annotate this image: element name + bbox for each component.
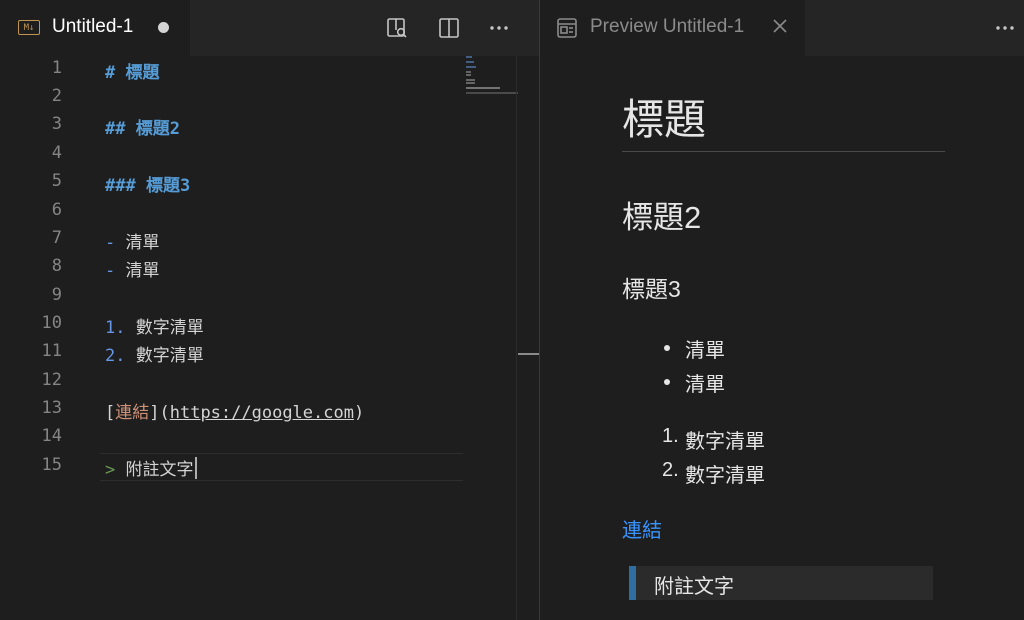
list-marker: - — [105, 233, 116, 253]
line-number: 2 — [51, 86, 62, 106]
code-line-5[interactable]: ### 標題3 — [105, 171, 190, 196]
line-number: 14 — [41, 426, 62, 446]
heading-text: 標題2 — [135, 119, 180, 139]
tab-untitled-1[interactable]: M↓ Untitled-1 — [0, 0, 190, 56]
heading-marker: ## — [105, 119, 136, 139]
minimap[interactable] — [466, 56, 520, 96]
code-line-7[interactable]: - 清單 — [105, 228, 160, 253]
code-line-13[interactable]: [連結](https://google.com) — [105, 398, 364, 423]
code-line-1[interactable]: # 標題 — [105, 58, 159, 83]
unsaved-dot-icon[interactable] — [158, 22, 169, 33]
line-number: 11 — [41, 341, 62, 361]
list-marker: - — [105, 261, 116, 281]
line-number: 8 — [51, 256, 62, 276]
line-number: 1 — [51, 58, 62, 78]
blockquote-text: 附註文字 — [115, 460, 194, 480]
code-line-15[interactable]: > 附註文字 — [105, 455, 197, 480]
line-number: 15 — [41, 455, 62, 475]
list-text: 清單 — [115, 261, 160, 281]
heading-text: 標題 — [125, 63, 160, 83]
preview-blockquote: 附註文字 — [629, 566, 933, 600]
list-text: 數字清單 — [125, 318, 204, 338]
close-icon[interactable] — [772, 18, 788, 38]
heading-marker: # — [105, 63, 126, 83]
link-text: 連結 — [115, 403, 150, 423]
blockquote-text: 附註文字 — [654, 576, 734, 598]
list-number: 2. — [662, 459, 679, 481]
line-number: 3 — [51, 114, 62, 134]
text-cursor — [194, 457, 197, 479]
preview-icon — [556, 17, 578, 43]
code-line-3[interactable]: ## 標題2 — [105, 114, 180, 139]
tab-title: Untitled-1 — [52, 16, 134, 37]
line-number: 10 — [41, 313, 62, 333]
line-number: 4 — [51, 143, 62, 163]
preview-heading-3: 標題3 — [622, 276, 681, 302]
bullet-icon — [664, 345, 670, 351]
blockquote-marker: > — [105, 460, 116, 480]
line-number: 7 — [51, 228, 62, 248]
list-text: 數字清單 — [125, 346, 204, 366]
line-number: 12 — [41, 370, 62, 390]
markdown-preview: 標題 標題2 標題3 清單 清單 1. 數字清單 2. 數字清單 連結 附註文字 — [540, 56, 1024, 620]
list-text: 清單 — [115, 233, 160, 253]
bracket: ]( — [149, 403, 170, 423]
code-line-11[interactable]: 2. 數字清單 — [105, 341, 204, 366]
preview-more-actions-icon[interactable] — [993, 16, 1017, 40]
open-preview-to-side-icon[interactable] — [385, 16, 409, 40]
bullet-icon — [664, 379, 670, 385]
bracket: [ — [105, 403, 116, 423]
preview-bullet-item: 清單 — [685, 340, 725, 362]
preview-heading-2: 標題2 — [622, 200, 702, 235]
line-number: 5 — [51, 171, 62, 191]
preview-heading-1: 標題 — [622, 96, 707, 143]
vertical-scrollbar[interactable] — [516, 56, 517, 620]
heading-divider — [622, 151, 945, 152]
tab-preview-untitled-1[interactable]: Preview Untitled-1 — [540, 0, 805, 56]
line-number: 13 — [41, 398, 62, 418]
list-marker: 2. — [105, 346, 126, 366]
split-editor-icon[interactable] — [437, 16, 461, 40]
list-number: 1. — [662, 425, 679, 447]
sash-handle[interactable] — [518, 353, 539, 355]
preview-bullet-item: 清單 — [685, 374, 725, 396]
code-line-10[interactable]: 1. 數字清單 — [105, 313, 204, 338]
preview-tab-title: Preview Untitled-1 — [590, 16, 745, 37]
line-number: 9 — [51, 285, 62, 305]
preview-numbered-item: 數字清單 — [685, 431, 765, 453]
code-line-8[interactable]: - 清單 — [105, 256, 160, 281]
preview-link[interactable]: 連結 — [622, 514, 662, 543]
markdown-icon: M↓ — [18, 20, 40, 35]
bracket: ) — [353, 403, 365, 423]
link-url[interactable]: https://google.com — [170, 403, 354, 423]
heading-text: 標題3 — [145, 176, 191, 196]
line-number: 6 — [51, 200, 62, 220]
preview-numbered-item: 數字清單 — [685, 465, 765, 487]
heading-marker: ### — [105, 176, 146, 196]
list-marker: 1. — [105, 318, 126, 338]
more-actions-icon[interactable] — [487, 16, 511, 40]
